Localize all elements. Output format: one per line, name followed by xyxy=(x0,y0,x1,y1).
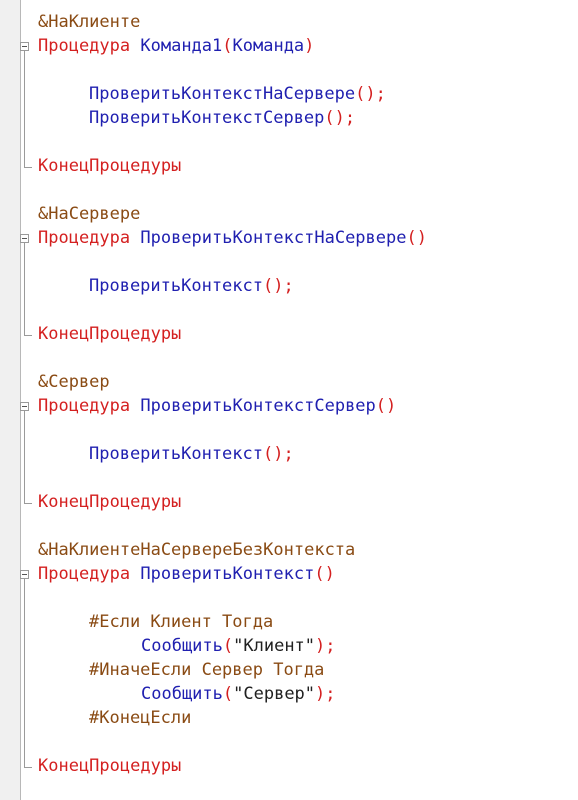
open-paren: ( xyxy=(222,636,234,656)
procedure-call: Сообщить xyxy=(141,684,223,704)
string-literal: "Сервер" xyxy=(233,684,316,704)
call-punctuation: ); xyxy=(315,636,336,656)
compilation-directive: &НаКлиентеНаСервереБезКонтекста xyxy=(38,540,356,560)
code-line-directive: &Сервер xyxy=(38,370,110,394)
parens: () xyxy=(406,228,427,248)
code-line-procedure-end: КонецПроцедуры xyxy=(38,154,181,178)
procedure-name: ПроверитьКонтекстСервер xyxy=(140,396,376,416)
procedure-keyword: Процедура xyxy=(38,36,131,56)
parens: () xyxy=(375,396,397,416)
end-procedure-keyword: КонецПроцедуры xyxy=(38,156,182,176)
call-punctuation: (); xyxy=(324,108,356,128)
procedure-call: Сообщить xyxy=(141,636,223,656)
code-line-call: Сообщить("Клиент"); xyxy=(141,634,336,658)
code-line-preprocessor: #КонецЕсли xyxy=(89,706,191,730)
compilation-directive: &НаСервере xyxy=(38,204,141,224)
compilation-directive: &НаКлиенте xyxy=(38,12,141,32)
code-line-call: Сообщить("Сервер"); xyxy=(141,682,336,706)
preprocessor-instruction: #Если Клиент Тогда xyxy=(89,612,274,632)
code-editor[interactable]: &НаКлиенте Процедура Команда1(Команда) П… xyxy=(0,0,578,800)
code-line-call: ПроверитьКонтекстНаСервере(); xyxy=(89,82,386,106)
open-paren: ( xyxy=(222,36,233,56)
preprocessor-instruction: #КонецЕсли xyxy=(89,708,192,728)
string-literal: "Клиент" xyxy=(233,636,316,656)
code-line-directive: &НаСервере xyxy=(38,202,140,226)
call-punctuation: (); xyxy=(263,444,294,464)
procedure-name: ПроверитьКонтекстНаСервере xyxy=(140,228,407,248)
code-line-procedure-end: КонецПроцедуры xyxy=(38,754,181,778)
preprocessor-instruction: #ИначеЕсли Сервер Тогда xyxy=(89,660,325,680)
code-line-procedure-header: Процедура ПроверитьКонтекст() xyxy=(38,562,335,586)
code-line-directive: &НаКлиенте xyxy=(38,10,140,34)
code-line-call: ПроверитьКонтекстСервер(); xyxy=(89,106,355,130)
procedure-name: ПроверитьКонтекст xyxy=(140,564,315,584)
close-paren: ) xyxy=(304,36,315,56)
procedure-parameter: Команда xyxy=(232,36,305,56)
parens: () xyxy=(314,564,335,584)
end-procedure-keyword: КонецПроцедуры xyxy=(38,492,182,512)
code-line-procedure-header: Процедура Команда1(Команда) xyxy=(38,34,314,58)
compilation-directive: &Сервер xyxy=(38,372,110,392)
call-punctuation: (); xyxy=(355,84,386,104)
code-line-preprocessor: #Если Клиент Тогда xyxy=(89,610,273,634)
call-punctuation: (); xyxy=(263,276,294,296)
end-procedure-keyword: КонецПроцедуры xyxy=(38,324,182,344)
code-line-call: ПроверитьКонтекст(); xyxy=(89,274,294,298)
code-line-procedure-end: КонецПроцедуры xyxy=(38,322,181,346)
call-punctuation: ); xyxy=(315,684,336,704)
code-line-procedure-end: КонецПроцедуры xyxy=(38,490,181,514)
procedure-call: ПроверитьКонтекстНаСервере xyxy=(89,84,356,104)
end-procedure-keyword: КонецПроцедуры xyxy=(38,756,182,776)
procedure-call: ПроверитьКонтекст xyxy=(89,444,263,464)
procedure-keyword: Процедура xyxy=(38,564,131,584)
open-paren: ( xyxy=(222,684,234,704)
code-line-preprocessor: #ИначеЕсли Сервер Тогда xyxy=(89,658,324,682)
procedure-name: Команда1 xyxy=(140,36,223,56)
procedure-keyword: Процедура xyxy=(38,228,131,248)
code-line-procedure-header: Процедура ПроверитьКонтекстСервер() xyxy=(38,394,396,418)
procedure-keyword: Процедура xyxy=(38,396,131,416)
procedure-call: ПроверитьКонтекстСервер xyxy=(89,108,325,128)
code-area[interactable]: &НаКлиенте Процедура Команда1(Команда) П… xyxy=(0,0,578,800)
code-line-call: ПроверитьКонтекст(); xyxy=(89,442,294,466)
code-line-procedure-header: Процедура ПроверитьКонтекстНаСервере() xyxy=(38,226,427,250)
procedure-call: ПроверитьКонтекст xyxy=(89,276,263,296)
code-line-directive: &НаКлиентеНаСервереБезКонтекста xyxy=(38,538,355,562)
